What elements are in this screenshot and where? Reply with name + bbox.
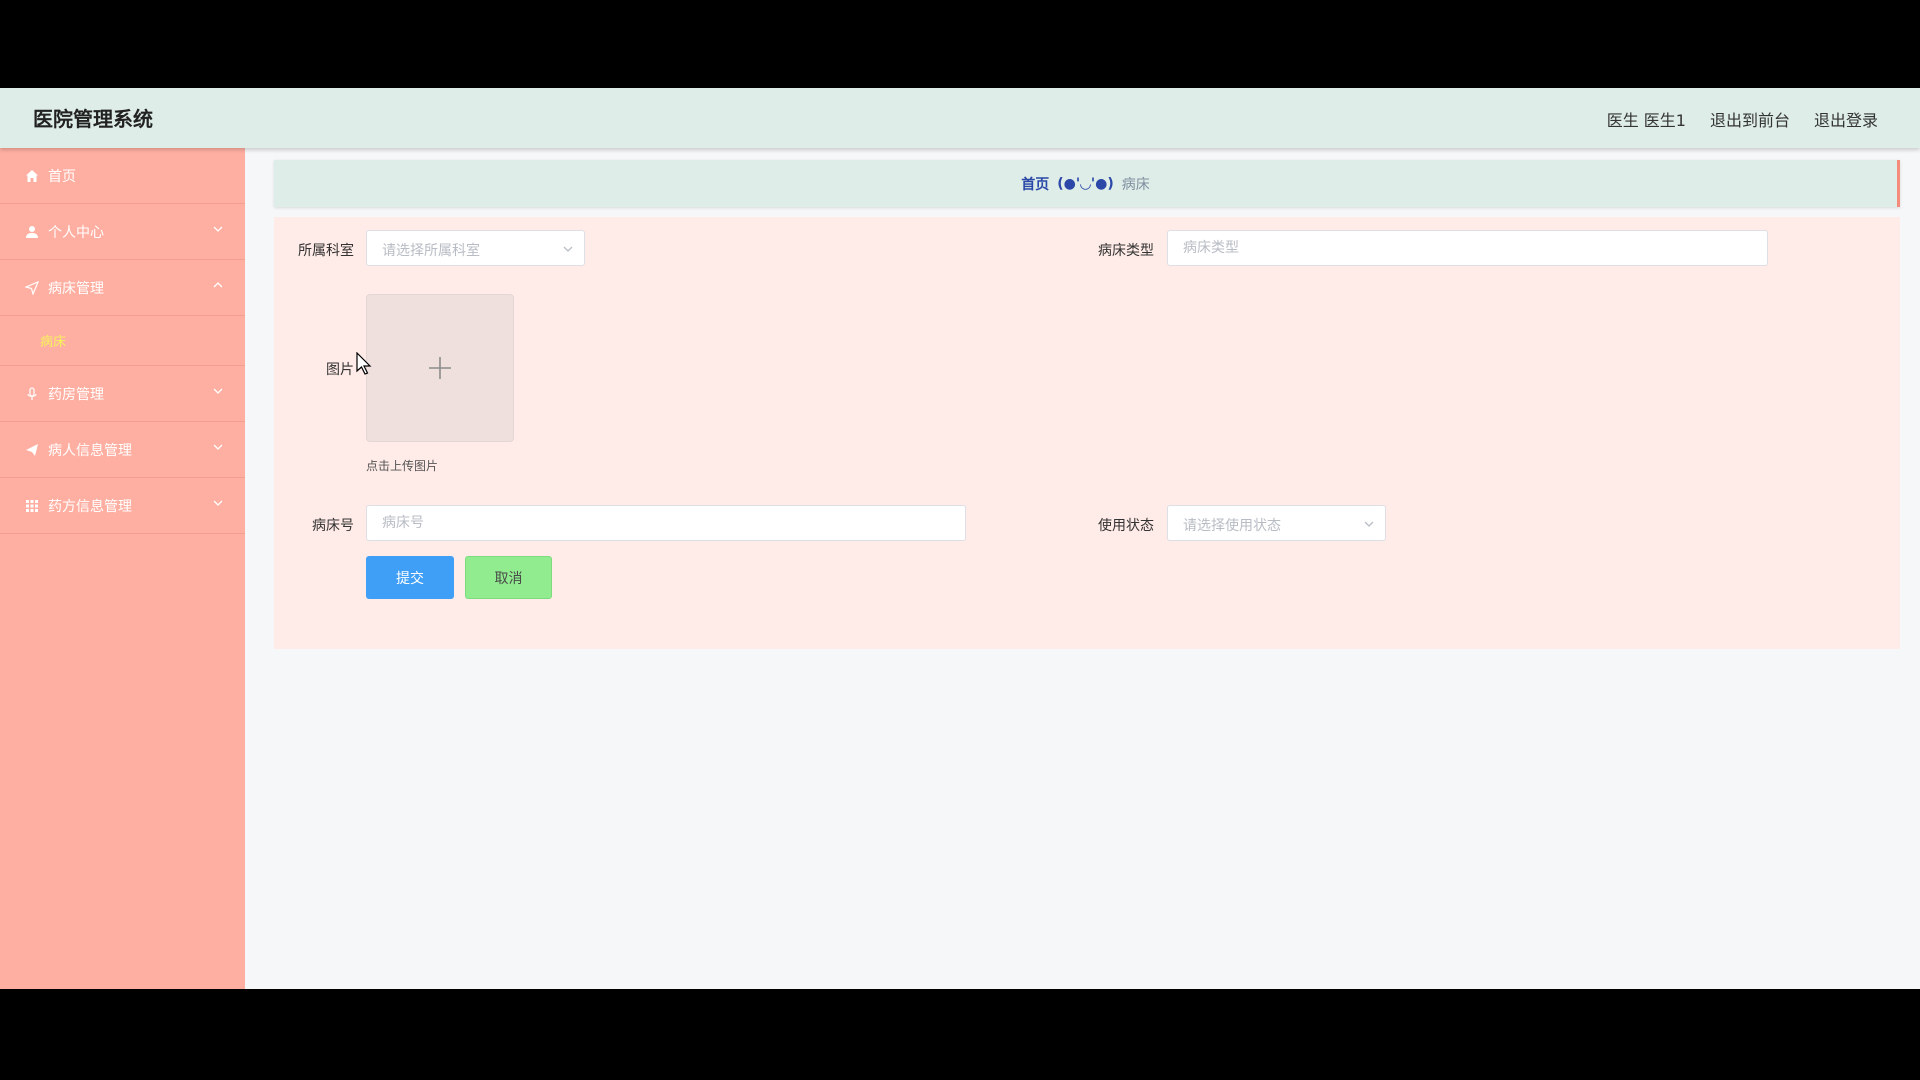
user-icon: [24, 224, 40, 240]
department-select-placeholder: 请选择所属科室: [382, 243, 480, 259]
chevron-down-icon: [563, 246, 573, 252]
bed-number-input[interactable]: [367, 506, 965, 540]
chevron-down-icon: [213, 388, 223, 394]
exit-to-front-link[interactable]: 退出到前台: [1710, 107, 1790, 131]
chevron-down-icon: [1364, 521, 1374, 527]
sidebar-subitem-bed[interactable]: 病床: [0, 316, 245, 366]
sidebar: 首页 个人中心 病床管理 病床 药房管理 病人信息管理 药方信息管理: [0, 148, 245, 989]
submit-button[interactable]: 提交: [366, 556, 454, 599]
sidebar-item-label: 药房管理: [48, 386, 104, 403]
chevron-down-icon: [213, 444, 223, 450]
paper-plane-icon: [24, 442, 40, 458]
mic-icon: [24, 386, 40, 402]
top-bar: 医院管理系统 医生 医生1 退出到前台 退出登录: [0, 88, 1920, 148]
chevron-up-icon: [213, 282, 223, 288]
bed-number-label: 病床号: [312, 518, 354, 534]
breadcrumb: 首页 (●'◡'●) 病床: [274, 160, 1900, 207]
chevron-down-icon: [213, 226, 223, 232]
department-label: 所属科室: [298, 243, 354, 259]
status-label: 使用状态: [1098, 518, 1154, 534]
sidebar-item-home[interactable]: 首页: [0, 148, 245, 204]
bed-type-label: 病床类型: [1098, 243, 1154, 259]
bed-form: 所属科室 请选择所属科室 病床类型 图片 点击上传图片 病床号 使用状态 请选择…: [274, 217, 1900, 649]
sidebar-item-pharmacy[interactable]: 药房管理: [0, 366, 245, 422]
cancel-button[interactable]: 取消: [465, 556, 552, 599]
sidebar-item-label: 病床管理: [48, 280, 104, 297]
image-upload[interactable]: [366, 294, 514, 442]
mouse-cursor-icon: [356, 352, 372, 375]
bed-number-field[interactable]: [366, 505, 966, 541]
top-actions: 医生 医生1 退出到前台 退出登录: [1607, 107, 1878, 131]
sidebar-item-bed-management[interactable]: 病床管理: [0, 260, 245, 316]
sidebar-item-label: 药方信息管理: [48, 498, 132, 515]
department-select[interactable]: 请选择所属科室: [366, 230, 585, 266]
logout-link[interactable]: 退出登录: [1814, 107, 1878, 131]
breadcrumb-home[interactable]: 首页: [1021, 174, 1049, 194]
sidebar-item-patient-info[interactable]: 病人信息管理: [0, 422, 245, 478]
send-icon: [24, 280, 40, 296]
image-label: 图片: [326, 362, 354, 378]
status-select-placeholder: 请选择使用状态: [1183, 518, 1281, 534]
plus-icon: [429, 357, 451, 379]
chevron-down-icon: [213, 500, 223, 506]
breadcrumb-separator: (●'◡'●): [1057, 175, 1114, 192]
upload-tip: 点击上传图片: [366, 459, 439, 473]
sidebar-item-label: 病人信息管理: [48, 442, 132, 459]
home-icon: [24, 168, 40, 184]
breadcrumb-current: 病床: [1121, 176, 1150, 193]
status-select[interactable]: 请选择使用状态: [1167, 505, 1386, 541]
grid-icon: [24, 498, 40, 514]
current-user[interactable]: 医生 医生1: [1607, 107, 1686, 131]
bed-type-field[interactable]: [1167, 230, 1768, 266]
app-screen: 医院管理系统 医生 医生1 退出到前台 退出登录 首页 个人中心 病床管理 病床…: [0, 88, 1920, 989]
bed-type-input[interactable]: [1168, 231, 1767, 265]
sidebar-item-label: 个人中心: [48, 224, 104, 241]
app-title: 医院管理系统: [33, 107, 153, 131]
sidebar-item-label: 首页: [48, 168, 76, 185]
sidebar-item-prescription-info[interactable]: 药方信息管理: [0, 478, 245, 534]
sidebar-item-profile[interactable]: 个人中心: [0, 204, 245, 260]
